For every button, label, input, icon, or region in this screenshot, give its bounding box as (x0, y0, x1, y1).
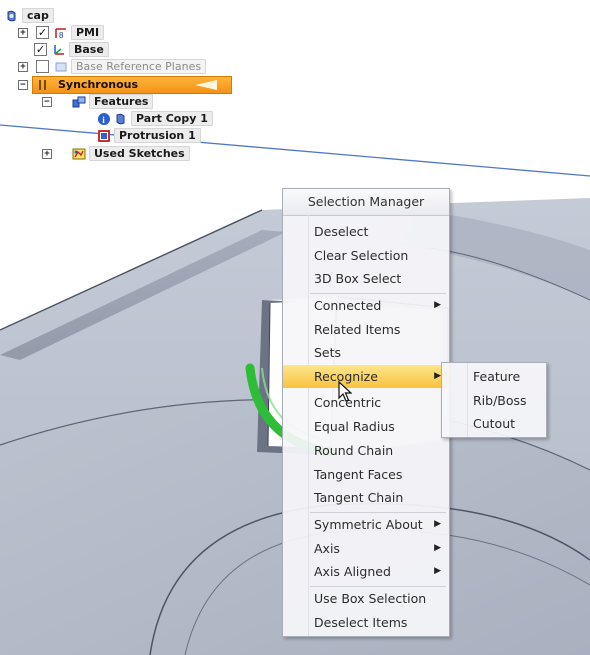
tree-label-features[interactable]: Features (89, 94, 154, 109)
pathfinder-tree: cap + ✓ 8 PMI ✓ Base + Base Reference Pl… (0, 0, 300, 170)
tree-node-base-reference-planes[interactable]: + Base Reference Planes (18, 59, 207, 74)
expand-icon[interactable]: + (18, 27, 28, 38)
menu-item-deselect[interactable]: Deselect (283, 220, 449, 243)
sketch-icon (72, 148, 86, 159)
synchronous-icon (39, 79, 46, 90)
menu-item-concentric[interactable]: Concentric (283, 391, 449, 414)
submenu-arrow-icon: ▶ (434, 371, 441, 381)
features-icon (72, 96, 86, 107)
checkbox-pmi[interactable]: ✓ (36, 26, 49, 39)
tree-label-part-copy[interactable]: Part Copy 1 (131, 111, 213, 126)
submenu-arrow-icon: ▶ (434, 566, 441, 576)
submenu-item-cutout[interactable]: Cutout (442, 412, 546, 435)
menu-item-recognize[interactable]: Recognize ▶ (283, 365, 449, 388)
tree-node-used-sketches[interactable]: + Used Sketches (42, 146, 190, 161)
pmi-icon: 8 (55, 27, 66, 40)
tree-node-pmi[interactable]: + ✓ 8 PMI (18, 25, 105, 40)
selection-manager-menu: Selection Manager Deselect Clear Selecti… (282, 188, 450, 637)
submenu-arrow-icon: ▶ (434, 543, 441, 553)
menu-item-tangent-chain[interactable]: Tangent Chain (283, 486, 449, 509)
menu-item-axis-aligned[interactable]: Axis Aligned ▶ (283, 560, 449, 583)
tree-label-root[interactable]: cap (22, 8, 54, 23)
collapse-icon[interactable]: − (18, 79, 28, 90)
checkbox-base-reference-planes[interactable] (36, 60, 49, 73)
submenu-item-rib-boss[interactable]: Rib/Boss (442, 389, 546, 412)
menu-item-axis[interactable]: Axis ▶ (283, 537, 449, 560)
reference-planes-icon (55, 62, 67, 71)
submenu-arrow-icon: ▶ (434, 300, 441, 310)
info-icon: i (98, 112, 110, 125)
protrusion-icon (98, 129, 110, 142)
menu-item-label: Axis (314, 541, 340, 556)
tree-node-protrusion[interactable]: Protrusion 1 (97, 128, 201, 143)
tree-label-synchronous[interactable]: Synchronous (53, 77, 143, 92)
menu-item-equal-radius[interactable]: Equal Radius (283, 415, 449, 438)
tree-node-part-copy[interactable]: i Part Copy 1 (97, 111, 213, 126)
triangle-indicator-icon (195, 80, 217, 90)
expand-icon[interactable]: + (42, 148, 52, 159)
menu-item-tangent-faces[interactable]: Tangent Faces (283, 463, 449, 486)
expand-icon[interactable]: + (18, 61, 28, 72)
tree-label-protrusion[interactable]: Protrusion 1 (114, 128, 201, 143)
menu-item-clear-selection[interactable]: Clear Selection (283, 244, 449, 267)
tree-node-features[interactable]: − Features (42, 94, 154, 109)
menu-item-sets[interactable]: Sets (283, 341, 449, 364)
menu-item-label: Axis Aligned (314, 564, 391, 579)
tree-node-base[interactable]: ✓ Base (34, 42, 109, 57)
checkbox-base[interactable]: ✓ (34, 43, 47, 56)
part-icon (7, 10, 16, 21)
tree-node-root[interactable]: cap (5, 8, 54, 23)
menu-item-deselect-items[interactable]: Deselect Items (283, 611, 449, 634)
menu-item-use-box-selection[interactable]: Use Box Selection (283, 587, 449, 610)
menu-item-connected[interactable]: Connected ▶ (283, 294, 449, 317)
menu-item-label: Connected (314, 298, 382, 313)
menu-item-symmetric-about[interactable]: Symmetric About ▶ (283, 513, 449, 536)
menu-item-3d-box-select[interactable]: 3D Box Select (283, 267, 449, 290)
tree-node-synchronous[interactable]: − Synchronous (18, 77, 143, 92)
tree-label-used-sketches[interactable]: Used Sketches (89, 146, 190, 161)
menu-item-label: Symmetric About (314, 517, 423, 532)
tree-label-pmi[interactable]: PMI (71, 25, 105, 40)
menu-item-round-chain[interactable]: Round Chain (283, 439, 449, 462)
tree-label-base[interactable]: Base (69, 42, 109, 57)
svg-text:8: 8 (59, 31, 64, 40)
menu-item-related-items[interactable]: Related Items (283, 318, 449, 341)
part-copy-icon (116, 113, 125, 124)
recognize-submenu: Feature Rib/Boss Cutout (441, 362, 547, 438)
tree-label-base-reference-planes[interactable]: Base Reference Planes (71, 59, 207, 74)
coordinate-system-icon (54, 44, 64, 55)
mouse-pointer-icon (338, 381, 352, 402)
submenu-arrow-icon: ▶ (434, 519, 441, 529)
submenu-item-feature[interactable]: Feature (442, 365, 546, 388)
menu-title: Selection Manager (283, 189, 449, 216)
collapse-icon[interactable]: − (42, 96, 52, 107)
